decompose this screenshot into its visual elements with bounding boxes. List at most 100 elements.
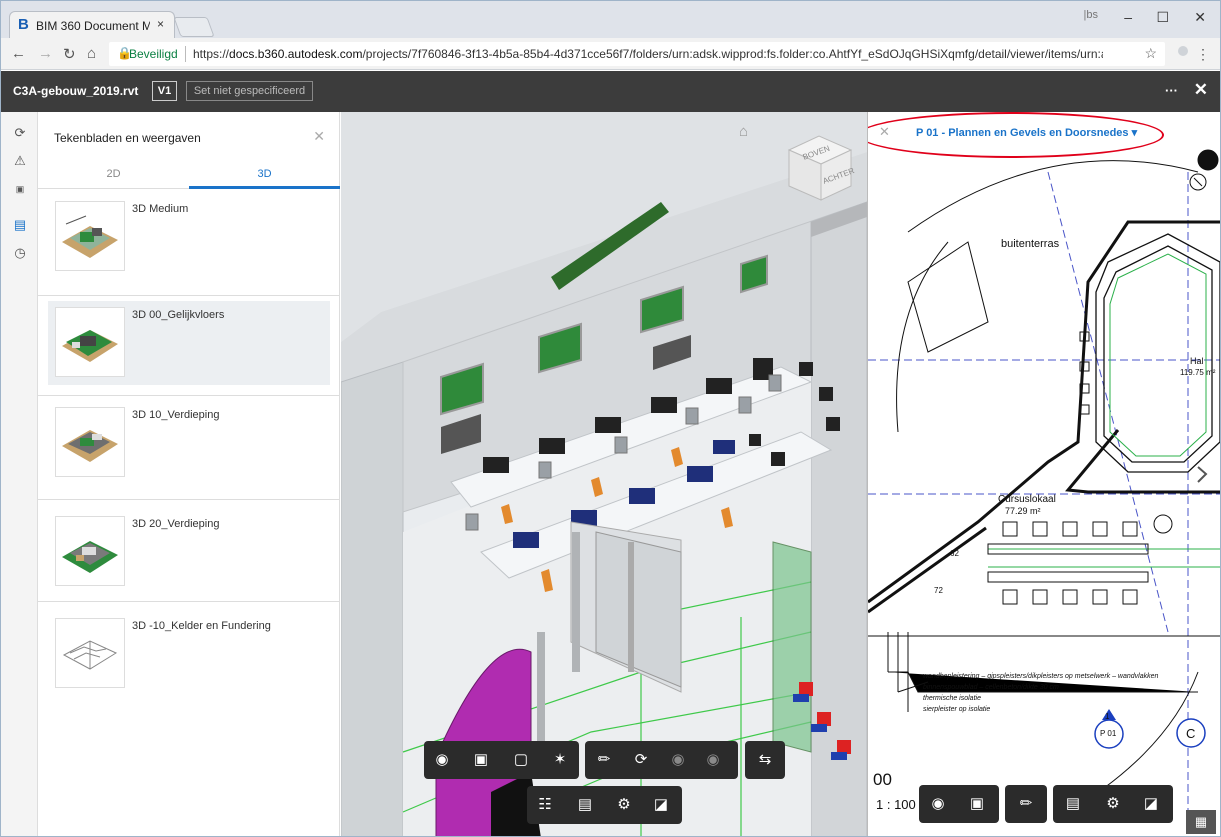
measure-icon[interactable]: ✏: [1016, 794, 1036, 814]
view-item[interactable]: 3D 10_Verdieping: [48, 401, 330, 485]
new-tab-button[interactable]: [173, 17, 215, 37]
view-thumbnail: [55, 516, 125, 586]
more-options-icon[interactable]: ···: [1165, 83, 1178, 98]
extension-icon[interactable]: [1178, 46, 1188, 56]
viewer-close-icon[interactable]: ✕: [1194, 80, 1208, 100]
orbit-icon[interactable]: ◉: [432, 750, 452, 770]
properties-icon[interactable]: ▤: [575, 795, 595, 815]
material-note: wandbepleistering – gipspleisters/dikple…: [923, 673, 1159, 680]
view-thumbnail: [55, 201, 125, 271]
set-status-button[interactable]: Set niet gespecificeerd: [186, 81, 313, 101]
url-prefix: https://: [193, 47, 230, 61]
url-host: docs.b360.autodesk.com: [229, 47, 363, 61]
sync-toolbar: ⇆: [745, 741, 785, 779]
properties-icon[interactable]: ▤: [1063, 794, 1083, 814]
profile-badge[interactable]: |bs: [1084, 9, 1098, 21]
browser-window: B BIM 360 Document Mana × |bs – ☐ ✕ ← → …: [0, 0, 1221, 837]
view-label: 3D Medium: [132, 203, 189, 215]
room-label: Cursuslokaal: [998, 494, 1056, 505]
bookmark-star-icon[interactable]: ☆: [1144, 45, 1157, 62]
back-icon[interactable]: ←: [11, 45, 26, 62]
level-label: 00: [873, 770, 892, 789]
view-item[interactable]: 3D 00_Gelijkvloers: [48, 301, 330, 385]
view-label: 3D 00_Gelijkvloers: [132, 309, 225, 321]
pan-icon[interactable]: ◉: [928, 794, 948, 814]
list-divider: [38, 295, 340, 296]
sheet-viewer-2d[interactable]: ✕ P 01 - Plannen en Gevels en Doorsnedes…: [867, 112, 1221, 837]
first-person-icon[interactable]: ✶: [550, 750, 570, 770]
url-separator: [185, 46, 186, 62]
settings-gear-icon[interactable]: ⚙: [614, 795, 634, 815]
home-icon[interactable]: ⌂: [87, 45, 96, 62]
grid-letter: C: [1186, 726, 1196, 741]
app-header: C3A-gebouw_2019.rvt V1 Set niet gespecif…: [1, 71, 1220, 112]
model-canvas[interactable]: BOVEN ACHTER: [341, 112, 867, 837]
explode-icon[interactable]: ◉: [668, 750, 688, 770]
section-icon[interactable]: ⟳: [631, 750, 651, 770]
door-tag: 72: [934, 586, 943, 595]
material-note: thermische isolatie: [923, 695, 981, 702]
list-divider: [38, 601, 340, 602]
window-close-icon[interactable]: ✕: [1194, 9, 1206, 26]
sheets-panel: Tekenbladen en weergaven ✕ 2D 3D 3D Medi…: [38, 112, 340, 836]
browser-tab-title: BIM 360 Document Mana: [36, 19, 150, 33]
zoom-window-icon[interactable]: ▣: [471, 750, 491, 770]
issues-icon[interactable]: ⚠: [12, 153, 28, 169]
tab-2d[interactable]: 2D: [38, 159, 189, 189]
panel-tabs: 2D 3D: [38, 159, 340, 189]
home-view-icon[interactable]: ⌂: [739, 123, 748, 140]
list-divider: [38, 499, 340, 500]
markup-tool-icon[interactable]: ◉: [703, 750, 723, 770]
settings-gear-icon[interactable]: ⚙: [1103, 794, 1123, 814]
tab-close-icon[interactable]: ×: [157, 17, 164, 31]
measure-icon[interactable]: ✏: [594, 750, 614, 770]
view-thumbnail: [55, 407, 125, 477]
rfi-icon[interactable]: ▣: [12, 181, 28, 197]
model-viewer-3d[interactable]: BOVEN ACHTER ⌂ ◉ ▣ ▢ ✶ ✏ ⟳ ◉ ◉ ⇆ ☷ ▤ ⚙ ◪: [341, 112, 867, 837]
fit-to-view-icon[interactable]: ▢: [511, 750, 531, 770]
fullscreen-icon[interactable]: ◪: [1141, 794, 1161, 814]
view-label: 3D 20_Verdieping: [132, 518, 220, 530]
sheets-icon[interactable]: ▤: [12, 217, 28, 233]
history-icon[interactable]: ◷: [12, 245, 28, 261]
measure-toolbar: ✏ ⟳ ◉ ◉: [585, 741, 738, 779]
panel-close-icon[interactable]: ✕: [313, 128, 325, 145]
minimize-icon[interactable]: –: [1124, 9, 1132, 25]
sheet-canvas[interactable]: [868, 112, 1221, 837]
model-thumbnail-image: [62, 430, 118, 462]
model-thumbnail-image: [62, 215, 118, 258]
room-area: 77.29 m²: [1005, 506, 1041, 516]
view-item[interactable]: 3D Medium: [48, 195, 330, 279]
panel-title: Tekenbladen en weergaven: [54, 131, 201, 145]
reload-icon[interactable]: ↻: [63, 45, 76, 63]
view-thumbnail: [55, 307, 125, 377]
material-note: binnenspouwblad – cellenbeton/dikte 30 c…: [923, 684, 1059, 691]
sync-views-icon[interactable]: ⇆: [755, 750, 775, 770]
browser-menu-icon[interactable]: ⋮: [1196, 46, 1210, 63]
maximize-icon[interactable]: ☐: [1156, 9, 1169, 26]
url-text[interactable]: https://docs.b360.autodesk.com/projects/…: [193, 47, 1103, 61]
model-thumbnail-image: [62, 640, 118, 670]
grid-view-icon[interactable]: ▦: [1186, 810, 1216, 834]
view-item[interactable]: 3D 20_Verdieping: [48, 510, 330, 594]
browser-tabstrip: B BIM 360 Document Mana × |bs – ☐ ✕: [1, 1, 1220, 38]
model-browser-icon[interactable]: ☷: [535, 795, 555, 815]
view-item[interactable]: 3D -10_Kelder en Fundering: [48, 612, 330, 696]
zoom-window-icon[interactable]: ▣: [967, 794, 987, 814]
file-name: C3A-gebouw_2019.rvt: [13, 84, 139, 98]
tab-3d[interactable]: 3D: [189, 159, 340, 189]
browser-tab[interactable]: B BIM 360 Document Mana ×: [9, 11, 175, 38]
version-badge[interactable]: V1: [152, 81, 177, 101]
secure-label: Beveiligd: [129, 47, 178, 61]
sheet-settings-toolbar: ▤ ⚙ ◪: [1053, 785, 1173, 823]
url-bar[interactable]: 🔒 Beveiligd https://docs.b360.autodesk.c…: [109, 42, 1165, 66]
model-thumbnail-image: [62, 541, 118, 573]
bim360-logo-icon: B: [18, 16, 29, 33]
section-number: 1: [1105, 712, 1110, 721]
list-divider: [38, 395, 340, 396]
markup-icon[interactable]: ⟳: [12, 125, 28, 141]
sheet-measure-toolbar: ✏: [1005, 785, 1047, 823]
forward-icon[interactable]: →: [38, 45, 53, 62]
fullscreen-icon[interactable]: ◪: [651, 795, 671, 815]
room-label: buitenterras: [1001, 238, 1060, 250]
